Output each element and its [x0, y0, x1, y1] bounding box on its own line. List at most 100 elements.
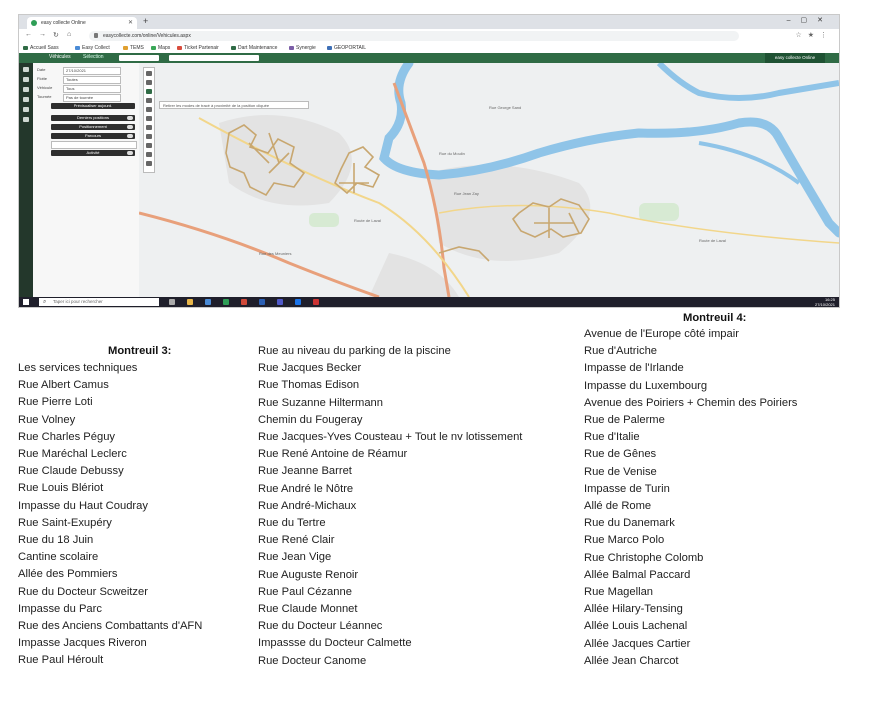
zoom-out-icon[interactable] [146, 80, 152, 85]
bookmark-item[interactable]: Synergie [289, 44, 316, 52]
print-icon[interactable] [146, 143, 152, 148]
powerpoint-icon[interactable] [241, 299, 247, 305]
info-icon[interactable] [146, 152, 152, 157]
word-icon[interactable] [259, 299, 265, 305]
street-item: Rue de Gênes [584, 448, 657, 461]
task-view-icon[interactable] [169, 299, 175, 305]
reload-icon[interactable]: ↻ [53, 31, 59, 39]
panel-toggle[interactable]: Activité [51, 150, 135, 156]
embedded-screenshot: easy collecte Online ✕ + –▢✕ ← → ↻ ⌂ eas… [18, 14, 840, 308]
windows-start-icon[interactable] [23, 299, 29, 305]
street-item: Rue Saint-Exupéry [18, 516, 112, 529]
chart-icon[interactable] [23, 107, 29, 112]
panel-button[interactable]: Prévisualiser aujourd. [51, 103, 135, 109]
street-item: Rue Paul Cézanne [258, 585, 352, 598]
panel-row: Flotte Toutes [37, 76, 135, 84]
home-icon[interactable]: ⌂ [67, 31, 71, 38]
address-bar-row: ← → ↻ ⌂ easycollecte.com/online/Vehicule… [19, 29, 839, 44]
road-label: Route de Laval [354, 218, 381, 223]
map-view[interactable]: Rue George Sand Rue du Moulin Rue Jean Z… [139, 63, 839, 297]
route-entry[interactable] [51, 141, 137, 149]
panel-toggle[interactable]: Positionnement [51, 124, 135, 130]
street-item: Rue Jacques-Yves Cousteau + Tout le nv l… [258, 431, 523, 443]
outlook-icon[interactable] [295, 299, 301, 305]
panel-toggle[interactable]: Parcours [51, 133, 135, 139]
back-icon[interactable]: ← [25, 31, 32, 38]
chrome-icon[interactable] [205, 299, 211, 305]
user-icon[interactable] [23, 97, 29, 102]
street-item: Rue de Palerme [584, 414, 665, 426]
browser-tab[interactable]: easy collecte Online ✕ [27, 17, 137, 29]
pdf-icon[interactable] [313, 299, 319, 305]
panel-toggle[interactable]: Derniers positions [51, 115, 135, 121]
street-item: Rue Maréchal Leclerc [18, 448, 127, 460]
filter-select[interactable] [119, 55, 159, 61]
street-item: Rue René Clair [258, 534, 335, 547]
street-item: Allé de Rome [584, 500, 652, 512]
bookmark-item[interactable]: TEMS [123, 44, 144, 52]
ruler-icon[interactable] [146, 98, 152, 103]
vehicle-icon[interactable] [23, 67, 29, 72]
street-item: Impasse du Haut Coudray [18, 499, 148, 512]
address-bar[interactable]: easycollecte.com/online/Vehicules.aspx [89, 31, 739, 41]
street-item: Allée Jacques Cartier [584, 637, 691, 650]
street-item: Impassse du Docteur Calmette [258, 637, 412, 650]
street-item: Rue Albert Camus [18, 379, 109, 392]
fullscreen-icon[interactable] [146, 161, 152, 166]
fleet-select[interactable]: Toutes [63, 76, 121, 84]
street-item: Rue du Docteur Léannec [258, 620, 383, 633]
search-input[interactable] [169, 55, 259, 61]
street-item: Rue Jeanne Barret [258, 465, 352, 478]
map-canvas[interactable] [139, 63, 839, 297]
extensions-icons[interactable]: ☆★⋮ [795, 31, 833, 39]
app-brand: easy collecte Online [765, 53, 825, 63]
teams-icon[interactable] [277, 299, 283, 305]
round-select[interactable]: Pas de tournée [63, 94, 121, 102]
list-icon[interactable] [23, 77, 29, 82]
eraser-icon[interactable] [146, 134, 152, 139]
street-item: Allée Louis Lachenal [584, 620, 688, 633]
new-tab-icon[interactable]: + [143, 16, 148, 26]
system-tray[interactable]: 16:25 27/10/2021 [815, 297, 835, 307]
street-item: Rue Claude Debussy [18, 465, 124, 478]
street-item: Rue Christophe Colomb [584, 551, 704, 564]
road-label: Rue George Sand [489, 105, 522, 110]
street-item: Rue d'Italie [584, 431, 640, 444]
explorer-icon[interactable] [187, 299, 193, 305]
forward-icon[interactable]: → [39, 31, 46, 38]
bookmark-item[interactable]: Accueil Sass [23, 44, 59, 52]
vehicle-select[interactable]: Tous [63, 85, 121, 93]
url-text: easycollecte.com/online/Vehicules.aspx [103, 33, 191, 39]
layer-icon[interactable] [146, 89, 152, 94]
bookmark-item[interactable]: GEOPORTAIL [327, 44, 366, 52]
calendar-icon[interactable] [23, 87, 29, 92]
date-field[interactable]: 27/10/2021 [63, 67, 121, 75]
bookmark-item[interactable]: Maps [151, 44, 170, 52]
taskbar-search[interactable]: ⌕ Taper ici pour rechercher [39, 298, 159, 306]
street-item: Allée Balmal Paccard [584, 568, 691, 581]
bookmark-item[interactable]: Dart Maintenance [231, 44, 277, 52]
search-icon: ⌕ [43, 299, 47, 305]
marker-icon[interactable] [146, 125, 152, 130]
road-label: Rue Jean Zay [454, 191, 479, 196]
street-item: Impasse du Parc [18, 602, 102, 615]
bookmark-item[interactable]: Ticket Partenair [177, 44, 219, 52]
street-item: Rue Pierre Loti [18, 396, 93, 409]
toggle-icon [127, 116, 133, 120]
tab-close-icon[interactable]: ✕ [128, 17, 133, 29]
street-item: Rue Charles Péguy [18, 430, 116, 443]
zoom-in-icon[interactable] [146, 71, 152, 76]
map-toolbar [143, 67, 155, 173]
toggle-icon [127, 134, 133, 138]
street-item: Rue du 18 Juin [18, 534, 94, 546]
road-label: Rue du Moulin [439, 151, 465, 156]
window-controls[interactable]: –▢✕ [787, 16, 833, 24]
draw-icon[interactable] [146, 107, 152, 112]
bookmark-item[interactable]: Easy Collect [75, 44, 110, 52]
excel-icon[interactable] [223, 299, 229, 305]
settings-icon[interactable] [23, 117, 29, 122]
select-icon[interactable] [146, 116, 152, 121]
street-item: Impasse du Luxembourg [584, 379, 708, 392]
clock-date: 27/10/2021 [814, 302, 835, 307]
street-item: Rue André-Michaux [258, 499, 357, 512]
